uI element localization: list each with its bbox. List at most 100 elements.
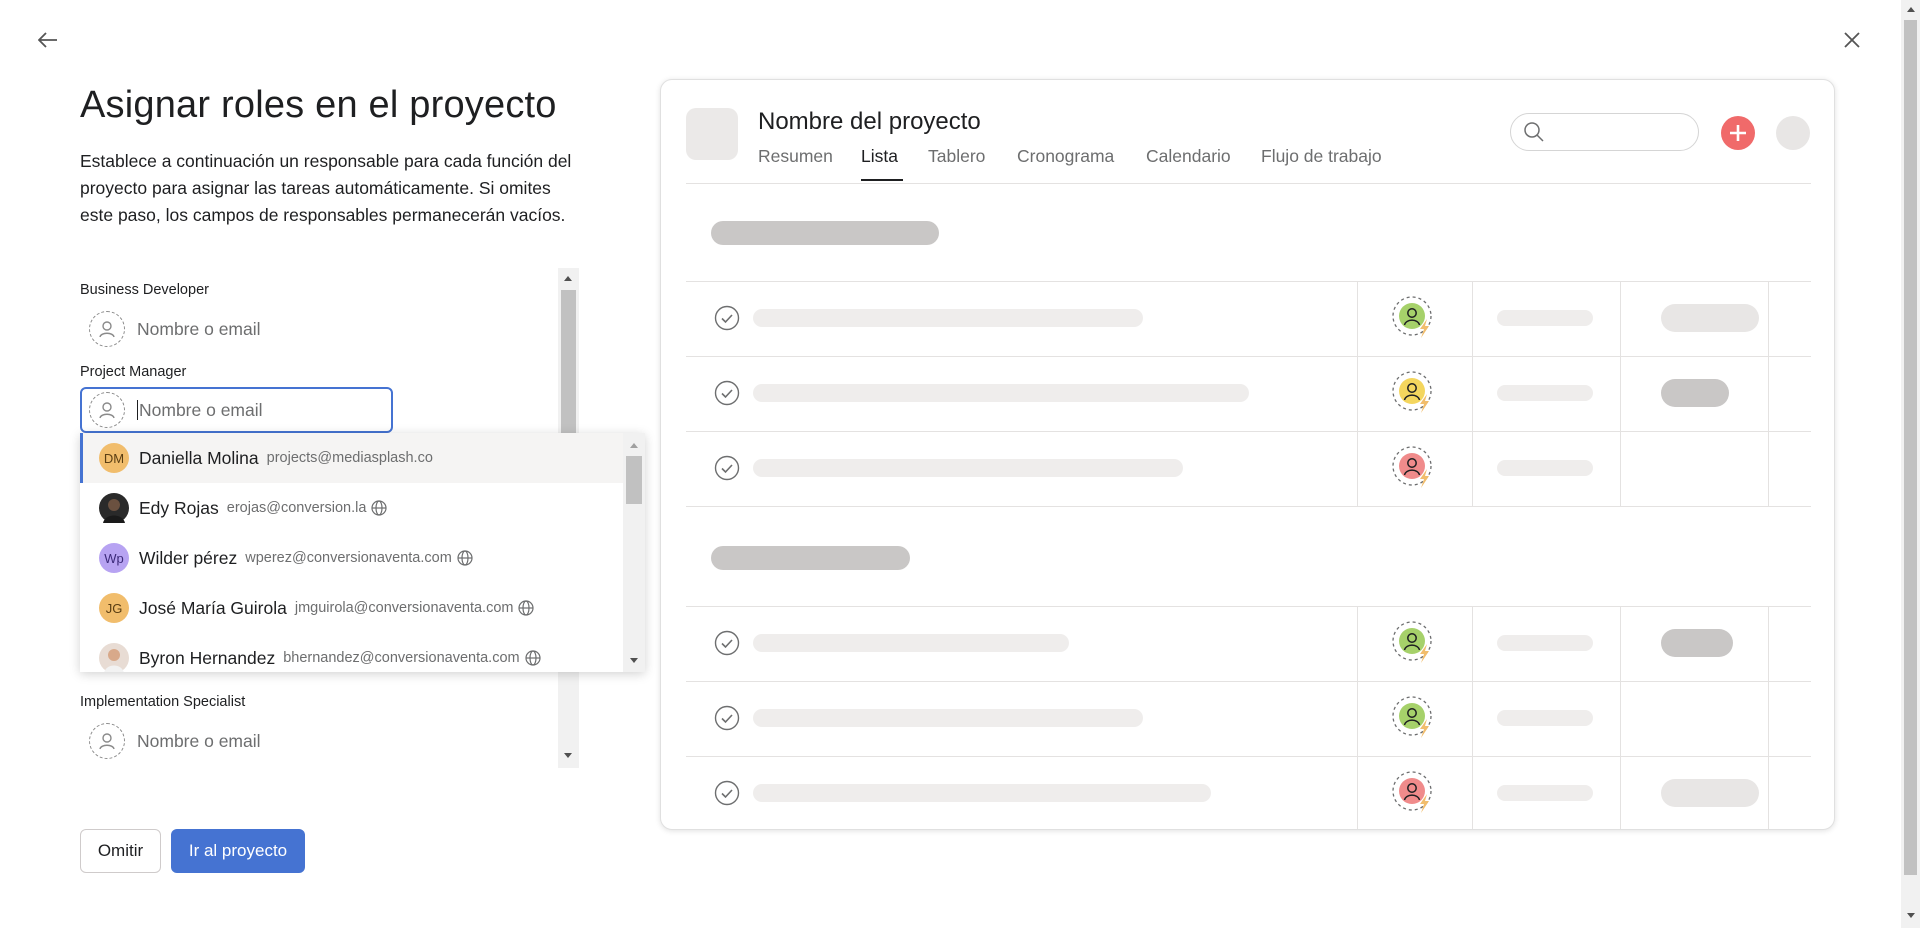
column-divider xyxy=(1472,606,1473,829)
page-scrollbar-thumb[interactable] xyxy=(1904,20,1917,875)
task-name-placeholder xyxy=(753,709,1143,727)
task-name-placeholder xyxy=(753,634,1069,652)
scroll-down-arrow-icon[interactable] xyxy=(1906,912,1916,920)
row-divider xyxy=(686,506,1811,507)
status-pill-placeholder xyxy=(1661,779,1759,807)
row-divider xyxy=(686,431,1811,432)
active-tab-indicator xyxy=(861,179,903,181)
project-manager-input[interactable]: Nombre o email xyxy=(80,387,393,433)
suggestion-item[interactable]: JG José María Guirola jmguirola@conversi… xyxy=(80,583,623,633)
row-divider xyxy=(686,756,1811,757)
input-placeholder: Nombre o email xyxy=(139,399,263,420)
avatar: JG xyxy=(99,593,129,623)
assignee-role-icon xyxy=(1391,770,1437,816)
suggestion-name: Edy Rojas xyxy=(139,497,219,518)
avatar xyxy=(99,643,129,672)
user-placeholder-icon xyxy=(89,392,125,428)
column-divider xyxy=(1472,281,1473,506)
suggestion-name: Wilder pérez xyxy=(139,547,238,568)
suggestion-email: projects@mediasplash.co xyxy=(266,450,433,466)
tab-workflow: Flujo de trabajo xyxy=(1261,146,1382,166)
check-circle-icon xyxy=(714,780,740,806)
page-description: Establece a continuación un responsable … xyxy=(80,151,572,225)
suggestion-name: José María Guirola xyxy=(139,597,287,618)
check-circle-icon xyxy=(714,380,740,406)
suggestion-email: jmguirola@conversionaventa.com xyxy=(294,600,514,616)
check-circle-icon xyxy=(714,455,740,481)
suggestion-item[interactable]: Wp Wilder pérez wperez@conversionaventa.… xyxy=(80,533,623,583)
task-name-placeholder xyxy=(753,384,1249,402)
tab-calendar: Calendario xyxy=(1146,146,1231,166)
column-divider xyxy=(1768,606,1769,829)
date-placeholder xyxy=(1497,385,1593,401)
add-button xyxy=(1721,116,1755,150)
status-pill-placeholder xyxy=(1661,304,1759,332)
scroll-down-arrow-icon[interactable] xyxy=(629,657,639,665)
arrow-left-icon xyxy=(38,32,57,48)
implementation-specialist-input[interactable]: Nombre o email xyxy=(80,718,393,764)
user-suggestions-dropdown: DM Daniella Molina projects@mediasplash.… xyxy=(80,433,645,672)
suggestion-item[interactable]: Byron Hernandez bhernandez@conversionave… xyxy=(80,633,623,672)
scroll-up-arrow-icon[interactable] xyxy=(629,441,639,449)
text-caret xyxy=(137,400,138,420)
skip-button[interactable]: Omitir xyxy=(80,829,161,873)
task-name-placeholder xyxy=(753,459,1183,477)
tab-summary: Resumen xyxy=(758,146,833,166)
role-label-business-developer: Business Developer xyxy=(80,282,209,298)
date-placeholder xyxy=(1497,710,1593,726)
section-header-placeholder xyxy=(711,221,939,245)
suggestion-name: Daniella Molina xyxy=(139,447,259,468)
avatar xyxy=(1776,116,1810,150)
column-divider xyxy=(1768,281,1769,506)
suggestion-name: Byron Hernandez xyxy=(139,647,276,668)
suggestion-email: bhernandez@conversionaventa.com xyxy=(283,650,520,666)
suggestion-email: erojas@conversion.la xyxy=(226,500,367,516)
assignee-role-icon xyxy=(1391,370,1437,416)
assignee-role-icon xyxy=(1391,620,1437,666)
check-circle-icon xyxy=(714,305,740,331)
check-circle-icon xyxy=(714,630,740,656)
project-icon xyxy=(686,108,738,160)
close-icon xyxy=(1844,32,1860,48)
row-divider xyxy=(686,356,1811,357)
close-button[interactable] xyxy=(1840,28,1864,52)
check-circle-icon xyxy=(714,705,740,731)
roles-scrollbar-thumb[interactable] xyxy=(561,290,576,440)
date-placeholder xyxy=(1497,310,1593,326)
assignee-role-icon xyxy=(1391,445,1437,491)
tab-board: Tablero xyxy=(928,146,986,166)
suggestion-email: wperez@conversionaventa.com xyxy=(245,550,452,566)
project-name: Nombre del proyecto xyxy=(758,108,981,135)
tab-timeline: Cronograma xyxy=(1017,146,1115,166)
plus-icon xyxy=(1730,125,1746,141)
avatar: Wp xyxy=(99,543,129,573)
project-preview: Nombre del proyecto Resumen Lista Tabler… xyxy=(660,79,1835,830)
tab-list: Lista xyxy=(861,146,898,166)
header-divider xyxy=(686,183,1811,184)
scroll-up-arrow-icon[interactable] xyxy=(563,274,573,282)
role-label-project-manager: Project Manager xyxy=(80,364,187,380)
scroll-up-arrow-icon[interactable] xyxy=(1906,5,1916,13)
row-divider xyxy=(686,606,1811,607)
suggestion-item[interactable]: Edy Rojas erojas@conversion.la xyxy=(80,483,623,533)
globe-icon xyxy=(457,550,473,566)
go-to-project-button[interactable]: Ir al proyecto xyxy=(171,829,305,873)
status-pill-placeholder xyxy=(1661,379,1729,407)
row-divider xyxy=(686,281,1811,282)
globe-icon xyxy=(518,600,535,616)
dropdown-scrollbar-thumb[interactable] xyxy=(626,456,642,504)
search-icon xyxy=(1524,122,1544,142)
status-pill-placeholder xyxy=(1661,629,1733,657)
assignee-role-icon xyxy=(1391,695,1437,741)
scroll-down-arrow-icon[interactable] xyxy=(563,752,573,760)
globe-icon xyxy=(371,500,388,516)
search-input xyxy=(1510,113,1699,151)
suggestion-item[interactable]: DM Daniella Molina projects@mediasplash.… xyxy=(80,433,623,483)
date-placeholder xyxy=(1497,460,1593,476)
column-divider xyxy=(1620,606,1621,829)
back-button[interactable] xyxy=(34,28,62,52)
row-divider xyxy=(686,681,1811,682)
avatar xyxy=(99,493,129,523)
role-label-implementation-specialist: Implementation Specialist xyxy=(80,694,246,710)
business-developer-input[interactable]: Nombre o email xyxy=(80,306,393,352)
